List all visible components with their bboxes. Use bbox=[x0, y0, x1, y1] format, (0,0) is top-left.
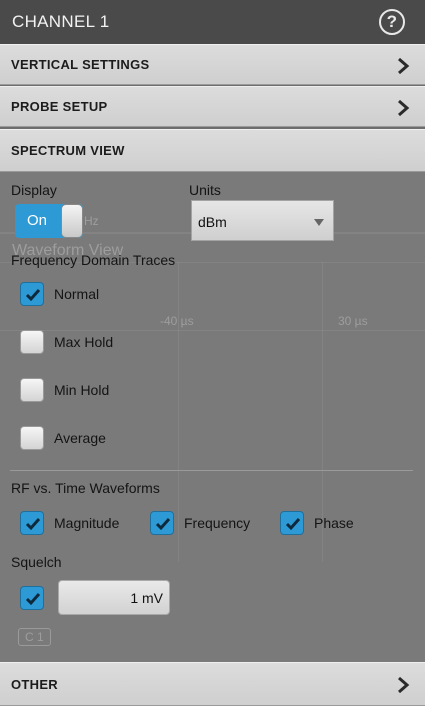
normal-label: Normal bbox=[54, 286, 100, 302]
section-label: OTHER bbox=[11, 676, 58, 692]
background-grid-line bbox=[178, 262, 179, 562]
section-vertical-settings[interactable]: VERTICAL SETTINGS bbox=[0, 44, 425, 85]
squelch-checkbox[interactable] bbox=[20, 586, 44, 610]
normal-checkbox[interactable] bbox=[20, 282, 44, 306]
section-other[interactable]: OTHER bbox=[0, 662, 425, 706]
panel-title: CHANNEL 1 bbox=[12, 12, 110, 31]
section-spectrum-view[interactable]: SPECTRUM VIEW bbox=[0, 129, 425, 172]
chevron-right-icon bbox=[398, 99, 410, 117]
checkmark-icon bbox=[25, 289, 41, 302]
frequency-domain-traces-label: Frequency Domain Traces bbox=[11, 252, 176, 268]
background-time-tick: 30 µs bbox=[338, 314, 368, 328]
chevron-right-icon bbox=[398, 676, 410, 694]
checkmark-icon bbox=[25, 518, 41, 531]
background-hz-label: Hz bbox=[84, 214, 99, 228]
divider bbox=[10, 470, 413, 471]
checkmark-icon bbox=[155, 518, 171, 531]
section-probe-setup[interactable]: PROBE SETUP bbox=[0, 86, 425, 127]
squelch-value: 1 mV bbox=[130, 590, 163, 606]
toggle-knob bbox=[61, 204, 83, 238]
display-toggle[interactable]: On bbox=[15, 204, 83, 238]
magnitude-label: Magnitude bbox=[54, 515, 120, 531]
background-time-tick: -40 µs bbox=[160, 314, 194, 328]
frequency-checkbox[interactable] bbox=[150, 511, 174, 535]
section-label: VERTICAL SETTINGS bbox=[11, 57, 150, 72]
background-channel-badge: C 1 bbox=[18, 628, 51, 646]
dropdown-arrow-icon bbox=[314, 219, 324, 226]
background-grid-line bbox=[0, 330, 425, 331]
phase-label: Phase bbox=[314, 515, 354, 531]
squelch-value-input[interactable]: 1 mV bbox=[58, 580, 170, 615]
section-label: PROBE SETUP bbox=[11, 99, 108, 114]
squelch-label: Squelch bbox=[11, 554, 62, 570]
display-toggle-value: On bbox=[27, 212, 48, 229]
spectrum-view-panel: Waveform View -40 µs 30 µs Hz C 1 Displa… bbox=[0, 172, 425, 662]
rf-vs-time-label: RF vs. Time Waveforms bbox=[11, 480, 160, 496]
min-hold-checkbox[interactable] bbox=[20, 378, 44, 402]
units-selected-value: dBm bbox=[198, 214, 227, 230]
phase-checkbox[interactable] bbox=[280, 511, 304, 535]
checkmark-icon bbox=[25, 593, 41, 606]
max-hold-label: Max Hold bbox=[54, 334, 114, 350]
help-icon[interactable]: ? bbox=[379, 9, 405, 35]
frequency-label: Frequency bbox=[184, 515, 251, 531]
average-checkbox[interactable] bbox=[20, 426, 44, 450]
min-hold-label: Min Hold bbox=[54, 382, 110, 398]
display-label: Display bbox=[11, 182, 57, 198]
checkmark-icon bbox=[285, 518, 301, 531]
magnitude-checkbox[interactable] bbox=[20, 511, 44, 535]
max-hold-checkbox[interactable] bbox=[20, 330, 44, 354]
average-label: Average bbox=[54, 430, 106, 446]
units-dropdown[interactable]: dBm bbox=[191, 200, 334, 241]
chevron-right-icon bbox=[398, 57, 410, 75]
panel-title-bar: CHANNEL 1 ? bbox=[0, 0, 425, 44]
units-label: Units bbox=[189, 182, 221, 198]
section-label: SPECTRUM VIEW bbox=[11, 143, 125, 158]
